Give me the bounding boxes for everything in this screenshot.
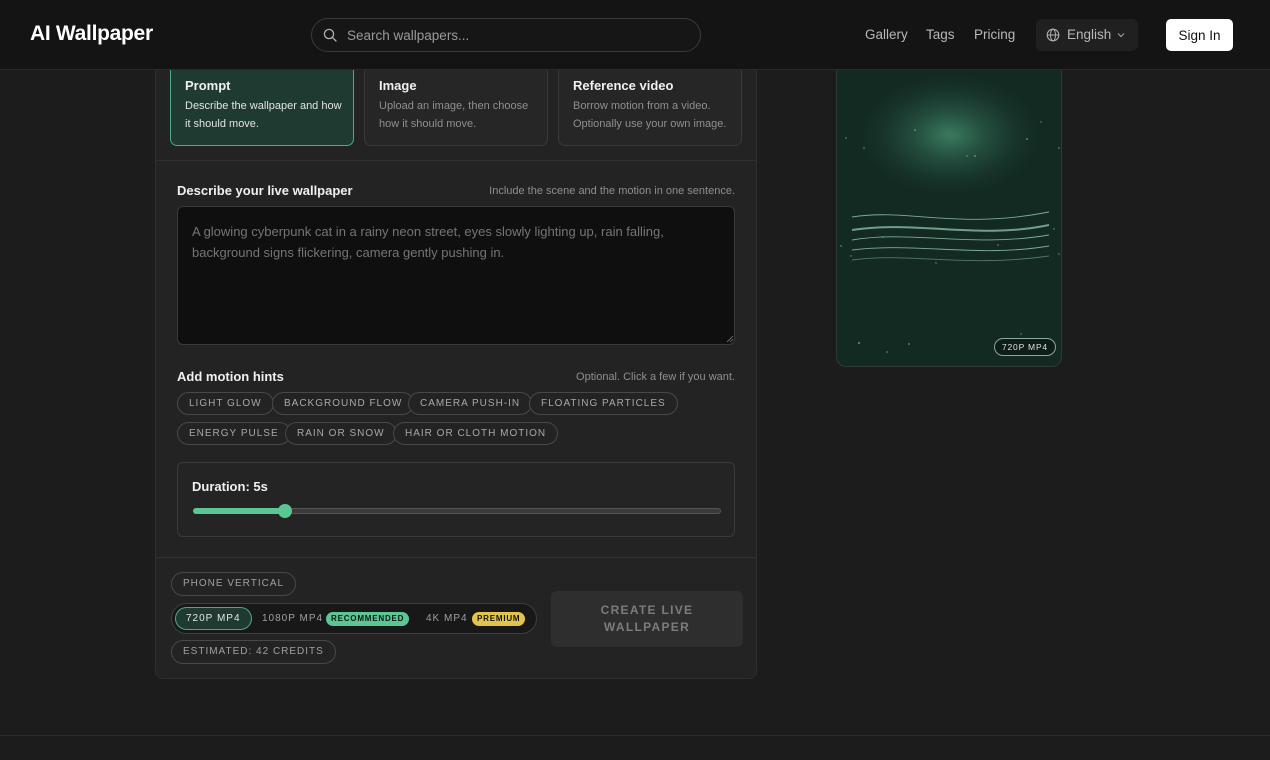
language-label: English <box>1067 27 1112 42</box>
describe-hint: Include the scene and the motion in one … <box>489 185 735 197</box>
divider <box>156 160 756 161</box>
chevron-down-icon <box>1117 33 1125 38</box>
mode-card-image[interactable]: Image Upload an image, then choose how i… <box>364 70 548 146</box>
chip-floating-particles[interactable]: FLOATING PARTICLES <box>529 392 678 415</box>
chip-hair-or-cloth-motion[interactable]: HAIR OR CLOTH MOTION <box>393 422 559 445</box>
footer-divider <box>0 735 1270 736</box>
search-bar[interactable] <box>311 18 701 52</box>
mode-card-prompt[interactable]: Prompt Describe the wallpaper and how it… <box>170 70 354 146</box>
top-header: AI Wallpaper Gallery Tags Pricing Englis… <box>0 0 1270 70</box>
resize-handle-icon[interactable] <box>727 336 733 342</box>
resolution-1080p[interactable]: 1080P MP4 <box>252 607 333 630</box>
mode-description: Upload an image, then choose how it shou… <box>379 100 529 130</box>
globe-icon <box>1046 28 1060 42</box>
chip-rain-or-snow[interactable]: RAIN OR SNOW <box>285 422 397 445</box>
mode-title: Image <box>379 78 417 93</box>
resolution-720p[interactable]: 720P MP4 <box>175 607 252 630</box>
nav-tags[interactable]: Tags <box>926 27 955 42</box>
chip-light-glow[interactable]: LIGHT GLOW <box>177 392 274 415</box>
chip-camera-push-in[interactable]: CAMERA PUSH-IN <box>408 392 533 415</box>
nav-pricing[interactable]: Pricing <box>974 27 1015 42</box>
mode-card-reference-video[interactable]: Reference video Borrow motion from a vid… <box>558 70 742 146</box>
duration-label: Duration: 5s <box>192 479 268 494</box>
logo[interactable]: AI Wallpaper <box>30 22 153 46</box>
language-selector[interactable]: English <box>1036 19 1138 51</box>
motion-hints-label: Add motion hints <box>177 369 284 384</box>
resolution-4k[interactable]: 4K MP4 <box>416 607 478 630</box>
preview-format-badge: 720P MP4 <box>994 338 1056 356</box>
nav-gallery[interactable]: Gallery <box>865 27 908 42</box>
mode-description: Borrow motion from a video. Optionally u… <box>573 100 727 130</box>
duration-box: Duration: 5s <box>177 462 735 537</box>
create-live-wallpaper-button[interactable]: CREATE LIVE WALLPAPER <box>551 591 743 647</box>
orientation-pill[interactable]: PHONE VERTICAL <box>171 572 297 596</box>
wallpaper-preview: 720P MP4 <box>836 70 1062 367</box>
duration-slider-thumb[interactable] <box>278 504 293 518</box>
generator-panel: Prompt Describe the wallpaper and how it… <box>155 70 757 679</box>
prompt-textarea[interactable] <box>177 206 735 345</box>
resolution-selector: 720P MP4 1080P MP4 RECOMMENDED 4K MP4 PR… <box>171 603 537 634</box>
mode-title: Prompt <box>185 78 231 93</box>
recommended-badge: RECOMMENDED <box>326 612 410 626</box>
search-icon <box>323 28 337 42</box>
mode-title: Reference video <box>573 78 674 93</box>
sign-in-button[interactable]: Sign In <box>1166 19 1233 51</box>
chip-energy-pulse[interactable]: ENERGY PULSE <box>177 422 291 445</box>
premium-badge: PREMIUM <box>472 612 526 626</box>
credits-estimate: ESTIMATED: 42 CREDITS <box>171 640 336 664</box>
divider <box>156 557 756 558</box>
describe-label: Describe your live wallpaper <box>177 183 353 198</box>
motion-hints-hint: Optional. Click a few if you want. <box>576 371 735 383</box>
search-input[interactable] <box>347 19 687 51</box>
chip-background-flow[interactable]: BACKGROUND FLOW <box>272 392 415 415</box>
preview-art <box>840 121 1060 353</box>
mode-description: Describe the wallpaper and how it should… <box>185 100 342 130</box>
duration-slider-fill <box>193 508 286 514</box>
